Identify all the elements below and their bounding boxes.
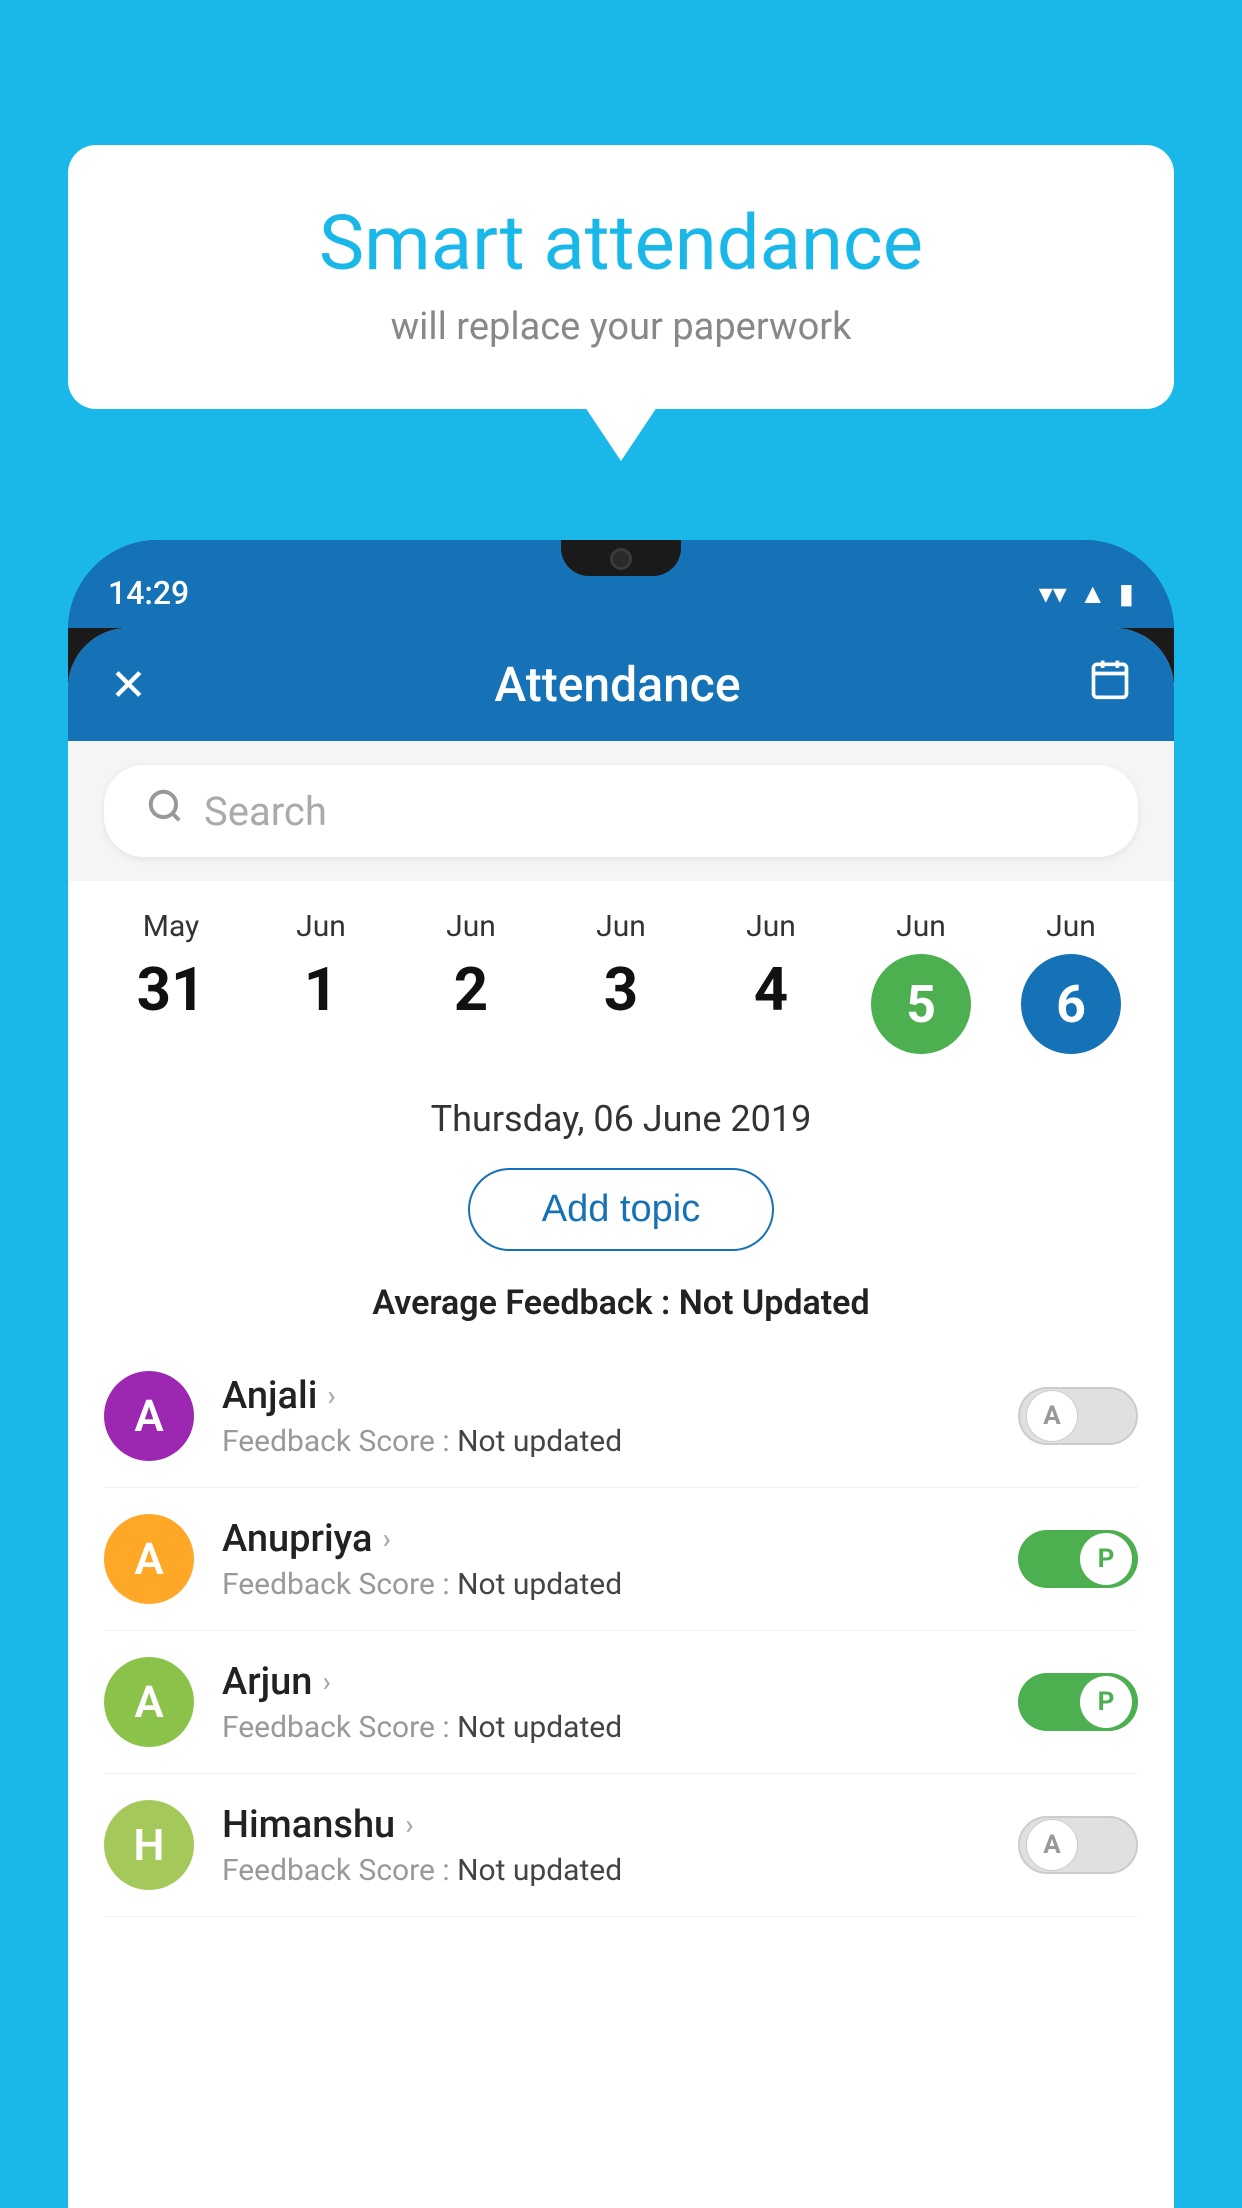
feedback-value: Not updated [457, 1424, 622, 1459]
cal-month-label: May [143, 909, 199, 944]
selected-date: Thursday, 06 June 2019 [68, 1084, 1174, 1158]
student-name: Himanshu › [222, 1803, 990, 1847]
student-feedback: Feedback Score : Not updated [222, 1710, 990, 1745]
phone-notch [561, 540, 681, 576]
student-feedback: Feedback Score : Not updated [222, 1424, 990, 1459]
search-bar[interactable]: Search [104, 765, 1138, 857]
calendar-day[interactable]: May 31 [111, 909, 231, 1025]
status-bar: 14:29 ▾▾ ▲ ▮ [68, 540, 1174, 628]
student-avatar: H [104, 1800, 194, 1890]
cal-month-label: Jun [296, 909, 346, 944]
average-feedback: Average Feedback : Not Updated [68, 1273, 1174, 1345]
header-title: Attendance [494, 656, 740, 713]
student-chevron: › [327, 1379, 335, 1412]
search-placeholder: Search [204, 788, 327, 835]
student-name: Anupriya › [222, 1517, 990, 1561]
student-list: AAnjali ›Feedback Score : Not updatedAAA… [68, 1345, 1174, 1917]
app-header: ✕ Attendance [68, 628, 1174, 741]
attendance-toggle[interactable]: P [1018, 1530, 1138, 1588]
add-topic-container: Add topic [68, 1158, 1174, 1273]
calendar-day[interactable]: Jun 2 [411, 909, 531, 1025]
feedback-value: Not updated [457, 1710, 622, 1745]
cal-date-label: 2 [454, 954, 488, 1025]
student-chevron: › [382, 1522, 390, 1555]
speech-bubble: Smart attendance will replace your paper… [68, 145, 1174, 409]
speech-bubble-subtitle: will replace your paperwork [128, 305, 1114, 349]
student-info: Anupriya › Feedback Score : Not updated [222, 1517, 990, 1602]
student-item[interactable]: H Himanshu › Feedback Score : Not updated A [104, 1774, 1138, 1917]
signal-icon: ▲ [1079, 577, 1107, 610]
cal-date-label: 1 [304, 954, 338, 1025]
calendar-day[interactable]: Jun 6 [1011, 909, 1131, 1054]
calendar-day[interactable]: Jun 1 [261, 909, 381, 1025]
calendar-section: May 31 Jun 1 Jun 2 Jun 3 Jun 4 Jun 5 Jun 6 [68, 881, 1174, 1084]
avg-feedback-label: Average Feedback : [372, 1283, 678, 1323]
feedback-value: Not updated [457, 1853, 622, 1888]
cal-month-label: Jun [446, 909, 496, 944]
student-info: Himanshu › Feedback Score : Not updated [222, 1803, 990, 1888]
student-item[interactable]: A Anjali › Feedback Score : Not updated A [104, 1345, 1138, 1488]
student-avatar: A [104, 1371, 194, 1461]
avg-feedback-value: Not Updated [679, 1283, 870, 1323]
cal-date-label: 3 [604, 954, 638, 1025]
calendar-row: May 31 Jun 1 Jun 2 Jun 3 Jun 4 Jun 5 Jun 6 [96, 909, 1146, 1054]
feedback-value: Not updated [457, 1567, 622, 1602]
cal-date-label: 5 [871, 954, 971, 1054]
phone-camera [610, 548, 632, 570]
search-icon [146, 787, 184, 835]
student-info: Anjali › Feedback Score : Not updated [222, 1374, 990, 1459]
student-name: Anjali › [222, 1374, 990, 1418]
calendar-icon[interactable] [1088, 657, 1132, 712]
student-avatar: A [104, 1657, 194, 1747]
cal-month-label: Jun [596, 909, 646, 944]
cal-month-label: Jun [1046, 909, 1096, 944]
cal-month-label: Jun [896, 909, 946, 944]
calendar-day[interactable]: Jun 4 [711, 909, 831, 1025]
student-avatar: A [104, 1514, 194, 1604]
student-feedback: Feedback Score : Not updated [222, 1853, 990, 1888]
attendance-toggle[interactable]: A [1018, 1387, 1138, 1445]
speech-bubble-title: Smart attendance [128, 200, 1114, 287]
cal-date-label: 31 [137, 954, 206, 1025]
student-name: Arjun › [222, 1660, 990, 1704]
student-feedback: Feedback Score : Not updated [222, 1567, 990, 1602]
student-item[interactable]: A Arjun › Feedback Score : Not updated P [104, 1631, 1138, 1774]
app-screen: ✕ Attendance Search May31Jun1Jun2Jun3Jun… [68, 628, 1174, 2208]
attendance-toggle[interactable]: P [1018, 1673, 1138, 1731]
phone-frame: 14:29 ▾▾ ▲ ▮ ✕ Attendance Search [68, 540, 1174, 2208]
add-topic-button[interactable]: Add topic [468, 1168, 774, 1251]
calendar-day[interactable]: Jun 5 [861, 909, 981, 1054]
cal-date-label: 4 [754, 954, 788, 1025]
student-chevron: › [322, 1665, 330, 1698]
battery-icon: ▮ [1119, 577, 1134, 610]
wifi-icon: ▾▾ [1039, 577, 1067, 610]
status-time: 14:29 [108, 574, 189, 612]
status-icons: ▾▾ ▲ ▮ [1039, 577, 1134, 610]
student-item[interactable]: A Anupriya › Feedback Score : Not updated P [104, 1488, 1138, 1631]
cal-date-label: 6 [1021, 954, 1121, 1054]
close-button[interactable]: ✕ [110, 659, 147, 711]
attendance-toggle[interactable]: A [1018, 1816, 1138, 1874]
student-info: Arjun › Feedback Score : Not updated [222, 1660, 990, 1745]
search-container: Search [68, 741, 1174, 881]
student-chevron: › [405, 1808, 413, 1841]
cal-month-label: Jun [746, 909, 796, 944]
calendar-day[interactable]: Jun 3 [561, 909, 681, 1025]
